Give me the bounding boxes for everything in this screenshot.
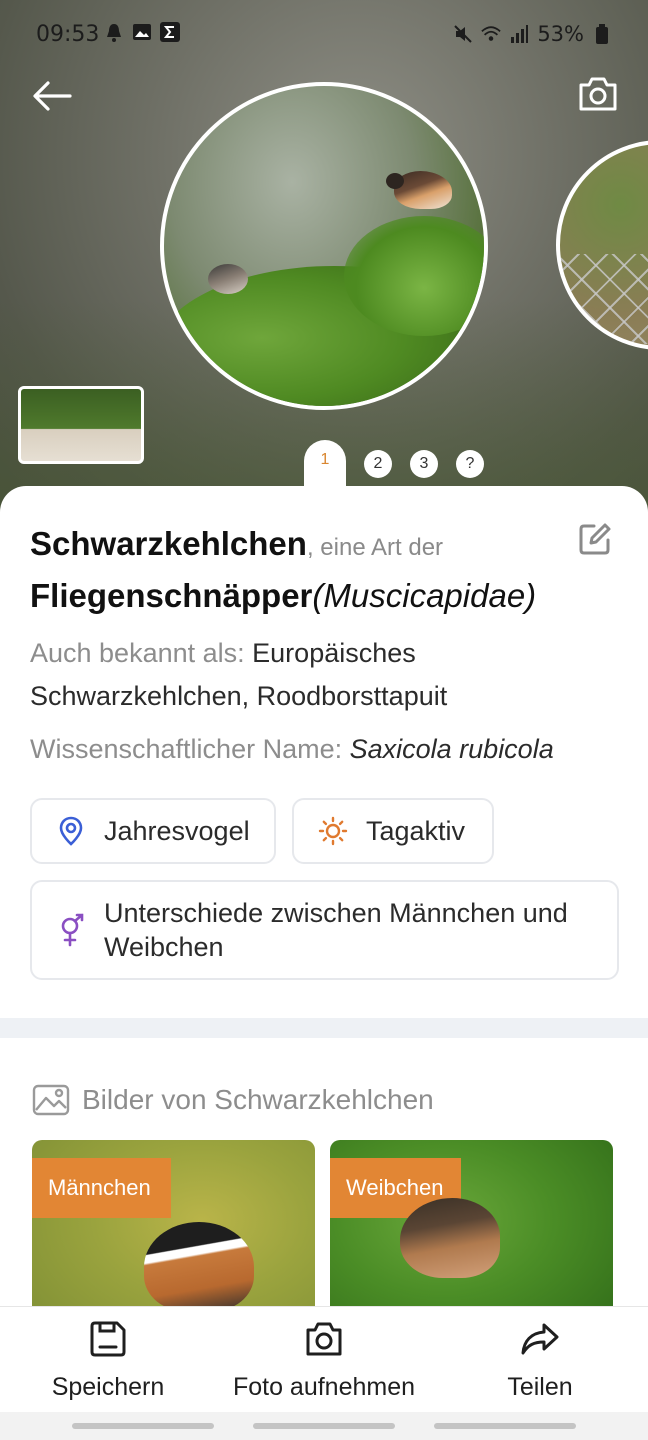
page-indicator-unknown[interactable]: ?: [456, 450, 484, 478]
chip-sex-label: Unterschiede zwischen Männchen und Weibc…: [104, 898, 568, 962]
save-icon: [88, 1319, 128, 1359]
thumbnail-photo[interactable]: [18, 386, 144, 464]
chip-year-label: Jahresvogel: [104, 815, 250, 846]
take-photo-label: Foto aufnehmen: [232, 1373, 416, 1401]
location-pin-icon: [56, 816, 86, 846]
species-name: Schwarzkehlchen: [30, 525, 307, 562]
camera-button[interactable]: [576, 72, 620, 116]
bird-image: [144, 1222, 254, 1312]
male-tag: Männchen: [32, 1158, 171, 1218]
system-nav-bar: [0, 1412, 648, 1440]
chip-day-label: Tagaktiv: [366, 815, 466, 846]
page-indicator-1[interactable]: 1: [304, 440, 346, 488]
images-section-title: Bilder von Schwarzkehlchen: [32, 1084, 434, 1116]
camera-icon: [304, 1319, 344, 1359]
chip-year-bird[interactable]: Jahresvogel: [30, 798, 276, 864]
nav-pill[interactable]: [72, 1423, 214, 1429]
scientific-label: Wissenschaftlicher Name:: [30, 734, 350, 764]
gallery-icon: [32, 1084, 70, 1116]
also-known-as: Auch bekannt als: Europäisches Schwarzke…: [30, 632, 620, 718]
mute-icon: [453, 24, 473, 44]
photo-pager: 1 2 3 ?: [304, 440, 484, 488]
take-photo-button[interactable]: Foto aufnehmen: [214, 1319, 434, 1402]
scientific-value: Saxicola rubicola: [349, 734, 554, 764]
wifi-icon: [481, 24, 502, 44]
bird-image: [400, 1198, 500, 1278]
notification-icon: [104, 22, 124, 42]
signal-icon: [509, 24, 529, 44]
battery-percent: 53%: [537, 22, 584, 46]
family-latin: (Muscicapidae): [312, 577, 537, 614]
main-photo[interactable]: [160, 82, 488, 410]
bottom-action-bar: Speichern Foto aufnehmen Teilen: [0, 1306, 648, 1412]
species-sheet: Schwarzkehlchen, eine Art der Fliegensch…: [0, 486, 648, 1440]
scientific-name: Wissenschaftlicher Name: Saxicola rubico…: [30, 728, 630, 771]
page-indicator-2[interactable]: 2: [364, 450, 392, 478]
nav-pill[interactable]: [434, 1423, 576, 1429]
status-time: 09:53: [36, 22, 100, 47]
status-bar: 09:53 53%: [0, 0, 648, 70]
page-indicator-3[interactable]: 3: [410, 450, 438, 478]
section-divider: [0, 1018, 648, 1038]
status-right: 53%: [453, 22, 612, 46]
chip-sex-differences[interactable]: Unterschiede zwischen Männchen und Weibc…: [30, 880, 619, 980]
image-icon: [132, 22, 152, 42]
chip-diurnal[interactable]: Tagaktiv: [292, 798, 494, 864]
aka-label: Auch bekannt als:: [30, 638, 253, 668]
title-line-2: Fliegenschnäpper(Muscicapidae): [30, 570, 570, 622]
status-left-icons: [104, 22, 180, 42]
family-name: Fliegenschnäpper: [30, 577, 313, 614]
bird-image: [208, 264, 248, 294]
edit-button[interactable]: [578, 522, 612, 556]
back-button[interactable]: [28, 74, 76, 118]
species-title: Schwarzkehlchen, eine Art der Fliegensch…: [30, 522, 570, 622]
sun-icon: [318, 816, 348, 846]
bird-image: [386, 171, 452, 209]
arrow-left-icon: [33, 81, 72, 111]
camera-icon: [579, 77, 617, 111]
gender-icon: [56, 913, 86, 947]
photo-fence: [560, 254, 648, 344]
save-label: Speichern: [51, 1373, 165, 1401]
images-title-text: Bilder von Schwarzkehlchen: [82, 1084, 434, 1115]
share-label: Teilen: [507, 1373, 573, 1401]
title-line-1: Schwarzkehlchen, eine Art der: [30, 522, 570, 570]
edit-icon: [579, 523, 611, 555]
share-icon: [520, 1319, 560, 1359]
save-button[interactable]: Speichern: [40, 1319, 176, 1402]
sigma-icon: [160, 22, 180, 42]
species-kind: , eine Art der: [306, 534, 444, 561]
battery-icon: [592, 24, 612, 44]
next-photo[interactable]: [556, 140, 648, 350]
nav-pill[interactable]: [253, 1423, 395, 1429]
share-button[interactable]: Teilen: [490, 1319, 590, 1402]
